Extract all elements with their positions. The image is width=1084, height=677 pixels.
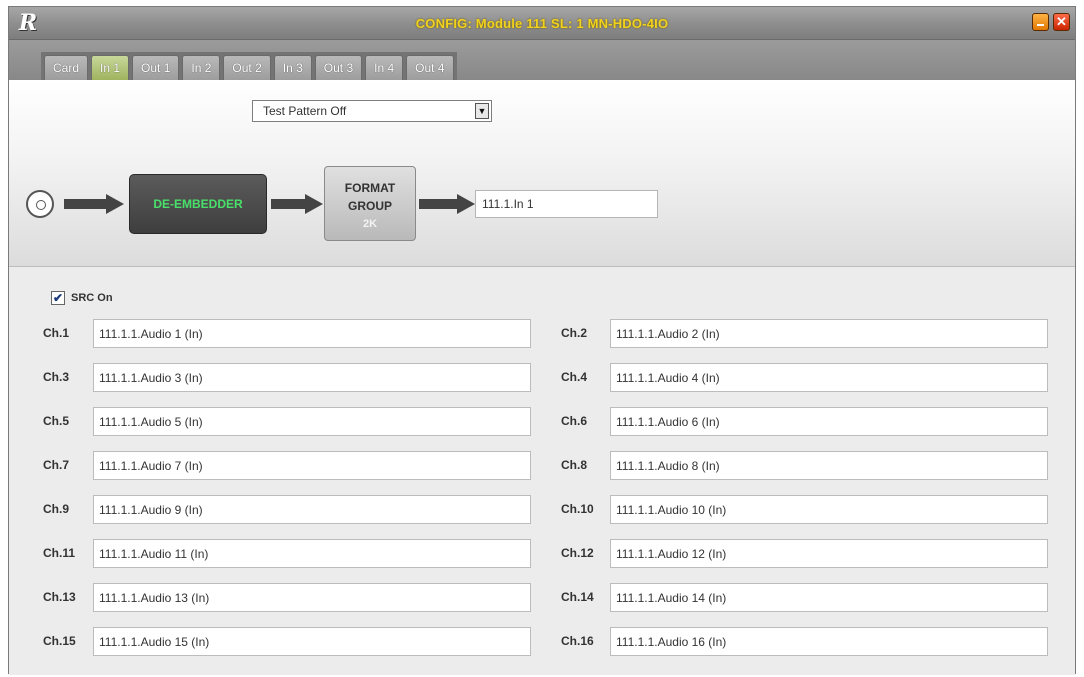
channel-label: Ch.6 — [561, 414, 588, 428]
config-window: R CONFIG: Module 111 SL: 1 MN-HDO-4IO ✕ … — [8, 6, 1076, 675]
tab-out-1[interactable]: Out 1 — [132, 55, 180, 80]
title-bar: R CONFIG: Module 111 SL: 1 MN-HDO-4IO ✕ — [9, 7, 1075, 40]
tab-out-3[interactable]: Out 3 — [314, 55, 363, 80]
channel-label: Ch.11 — [43, 546, 76, 560]
minimize-button[interactable] — [1032, 13, 1049, 31]
channel-label: Ch.9 — [43, 502, 70, 516]
channel-label: Ch.15 — [43, 634, 76, 648]
bnc-connector-icon — [26, 190, 54, 218]
signal-flow-panel: Test Pattern Off ▼ DE-EMBEDDER FORMAT GR… — [9, 80, 1075, 267]
channel-label: Ch.2 — [561, 326, 588, 340]
tab-in-4[interactable]: In 4 — [365, 55, 404, 80]
channel-label: Ch.12 — [561, 546, 594, 560]
format-group-line2: GROUP — [347, 199, 392, 213]
channel-label: Ch.8 — [561, 458, 588, 472]
tab-list: Card In 1 Out 1 In 2 Out 2 In 3 Out 3 In… — [41, 52, 457, 80]
tab-out-4[interactable]: Out 4 — [406, 55, 454, 80]
deembedder-button[interactable]: DE-EMBEDDER — [129, 174, 267, 234]
channel-name-field[interactable]: 111.1.1.Audio 5 (In) — [93, 407, 531, 436]
signal-name-field[interactable]: 111.1.In 1 — [475, 190, 658, 218]
src-label: SRC On — [71, 292, 113, 304]
close-button[interactable]: ✕ — [1053, 13, 1070, 31]
channel-label: Ch.13 — [43, 590, 76, 604]
channel-name-field[interactable]: 111.1.1.Audio 15 (In) — [93, 627, 531, 656]
channel-name-field[interactable]: 111.1.1.Audio 2 (In) — [610, 319, 1048, 348]
tab-card[interactable]: Card — [44, 55, 89, 80]
tab-strip: Card In 1 Out 1 In 2 Out 2 In 3 Out 3 In… — [9, 40, 1075, 80]
channel-label: Ch.1 — [43, 326, 70, 340]
flow-arrow-icon — [64, 194, 124, 214]
dropdown-arrow-icon[interactable]: ▼ — [475, 103, 489, 119]
channel-name-field[interactable]: 111.1.1.Audio 8 (In) — [610, 451, 1048, 480]
test-pattern-select[interactable]: Test Pattern Off ▼ — [252, 100, 492, 122]
channel-name-field[interactable]: 111.1.1.Audio 16 (In) — [610, 627, 1048, 656]
channel-name-field[interactable]: 111.1.1.Audio 7 (In) — [93, 451, 531, 480]
tab-in-2[interactable]: In 2 — [182, 55, 221, 80]
audio-channels-panel: ✔ SRC On Ch.1 111.1.1.Audio 1 (In) Ch.2 111… — [9, 267, 1075, 675]
channel-label: Ch.16 — [561, 634, 594, 648]
channel-label: Ch.3 — [43, 370, 70, 384]
format-group-button[interactable]: FORMAT GROUP 2K — [324, 166, 416, 241]
channel-label: Ch.4 — [561, 370, 588, 384]
channel-name-field[interactable]: 111.1.1.Audio 4 (In) — [610, 363, 1048, 392]
format-group-line1: FORMAT — [344, 181, 396, 195]
src-option: ✔ SRC On — [51, 291, 113, 305]
format-group-sub: 2K — [362, 218, 378, 230]
flow-arrow-icon — [419, 194, 475, 214]
test-pattern-value: Test Pattern Off — [263, 104, 347, 118]
channel-name-field[interactable]: 111.1.1.Audio 9 (In) — [93, 495, 531, 524]
channel-label: Ch.5 — [43, 414, 70, 428]
channel-name-field[interactable]: 111.1.1.Audio 3 (In) — [93, 363, 531, 392]
channel-label: Ch.14 — [561, 590, 594, 604]
window-title: CONFIG: Module 111 SL: 1 MN-HDO-4IO — [415, 16, 669, 31]
flow-arrow-icon — [271, 194, 323, 214]
channel-name-field[interactable]: 111.1.1.Audio 12 (In) — [610, 539, 1048, 568]
channel-name-field[interactable]: 111.1.1.Audio 10 (In) — [610, 495, 1048, 524]
src-checkbox[interactable]: ✔ — [51, 291, 65, 305]
channel-label: Ch.10 — [561, 502, 594, 516]
channel-name-field[interactable]: 111.1.1.Audio 6 (In) — [610, 407, 1048, 436]
channel-name-field[interactable]: 111.1.1.Audio 13 (In) — [93, 583, 531, 612]
channel-name-field[interactable]: 111.1.1.Audio 14 (In) — [610, 583, 1048, 612]
tab-in-1[interactable]: In 1 — [91, 55, 130, 80]
channel-label: Ch.7 — [43, 458, 70, 472]
channel-name-field[interactable]: 111.1.1.Audio 11 (In) — [93, 539, 531, 568]
channel-name-field[interactable]: 111.1.1.Audio 1 (In) — [93, 319, 531, 348]
tab-out-2[interactable]: Out 2 — [223, 55, 271, 80]
tab-in-3[interactable]: In 3 — [273, 55, 312, 80]
